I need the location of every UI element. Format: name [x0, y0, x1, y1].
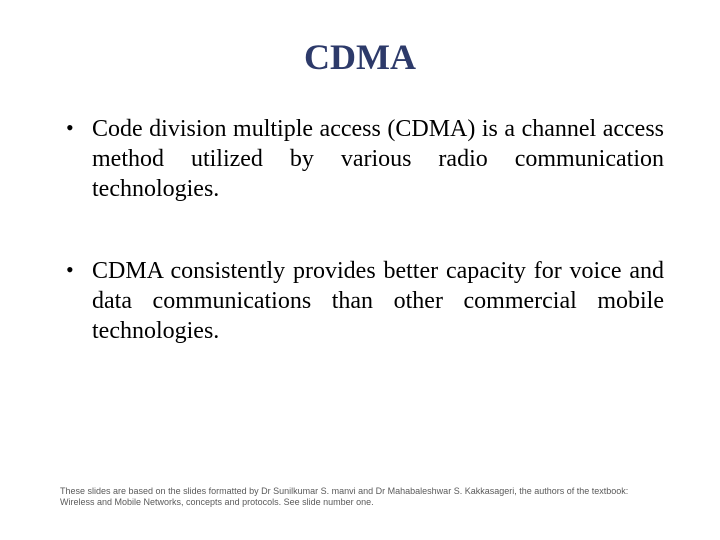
slide-title: CDMA [48, 36, 672, 78]
list-item: CDMA consistently provides better capaci… [66, 256, 664, 346]
bullets-list: Code division multiple access (CDMA) is … [48, 114, 672, 346]
slide: CDMA Code division multiple access (CDMA… [0, 0, 720, 540]
list-item: Code division multiple access (CDMA) is … [66, 114, 664, 204]
footer-note: These slides are based on the slides for… [60, 486, 660, 509]
